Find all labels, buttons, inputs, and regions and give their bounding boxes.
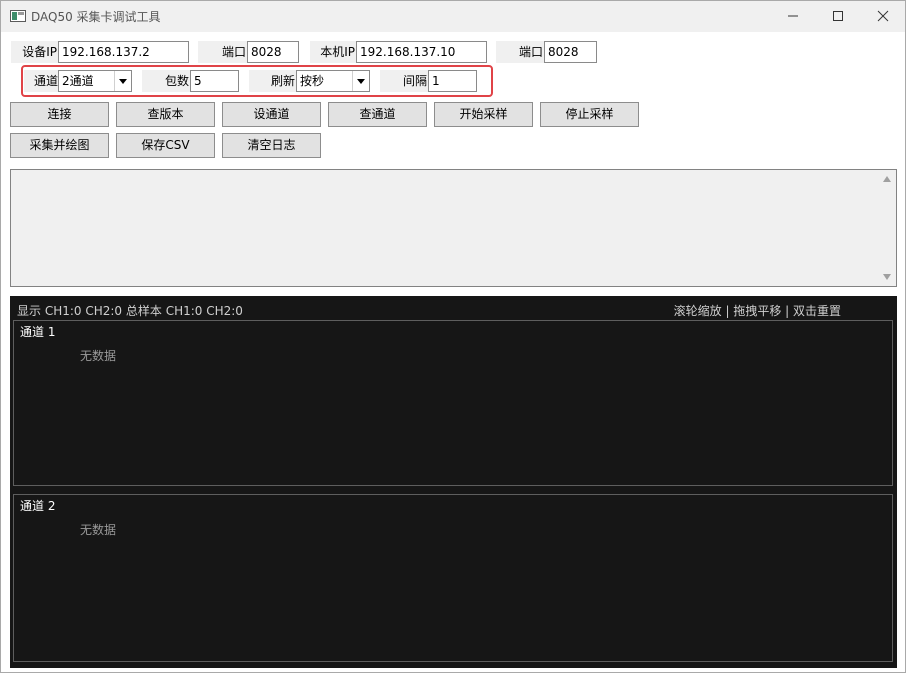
connect-button[interactable]: 连接	[10, 102, 109, 127]
sample-and-plot-button[interactable]: 采集并绘图	[10, 133, 109, 158]
app-window: DAQ50 采集卡调试工具 设备IP 192.168.137.2 端口 8028…	[0, 0, 906, 673]
maximize-icon	[833, 11, 843, 21]
save-csv-button[interactable]: 保存CSV	[116, 133, 215, 158]
query-version-button[interactable]: 查版本	[116, 102, 215, 127]
plot-area[interactable]: 显示 CH1:0 CH2:0 总样本 CH1:0 CH2:0 滚轮缩放 | 拖拽…	[10, 296, 897, 668]
channel-2-title: 通道 2	[20, 499, 56, 513]
local-port-label: 端口	[496, 41, 544, 63]
plot-status-left: 显示 CH1:0 CH2:0 总样本 CH1:0 CH2:0	[17, 304, 243, 318]
device-port-label: 端口	[198, 41, 247, 63]
app-icon	[10, 10, 26, 22]
scroll-up-icon[interactable]	[883, 176, 891, 182]
channel-2-empty-text: 无数据	[80, 523, 117, 537]
close-button[interactable]	[860, 1, 906, 32]
device-ip-label: 设备IP	[11, 41, 58, 63]
close-icon	[877, 10, 889, 22]
scroll-down-icon[interactable]	[883, 274, 891, 280]
local-port-input[interactable]: 8028	[544, 41, 597, 63]
query-channel-button[interactable]: 查通道	[328, 102, 427, 127]
minimize-icon	[788, 15, 798, 17]
minimize-button[interactable]	[770, 1, 816, 32]
channel-1-panel[interactable]: 通道 1 无数据	[13, 320, 893, 486]
local-ip-input[interactable]: 192.168.137.10	[356, 41, 487, 63]
plot-status-right: 滚轮缩放 | 拖拽平移 | 双击重置	[673, 304, 841, 318]
title-bar[interactable]: DAQ50 采集卡调试工具	[1, 1, 905, 32]
client-area: 设备IP 192.168.137.2 端口 8028 本机IP 192.168.…	[1, 32, 905, 672]
highlight-box	[21, 65, 493, 97]
channel-1-empty-text: 无数据	[80, 349, 117, 363]
device-ip-input[interactable]: 192.168.137.2	[58, 41, 189, 63]
window-title: DAQ50 采集卡调试工具	[31, 10, 161, 24]
clear-log-button[interactable]: 清空日志	[222, 133, 321, 158]
channel-2-panel[interactable]: 通道 2 无数据	[13, 494, 893, 662]
log-textarea[interactable]	[10, 169, 897, 287]
log-scrollbar[interactable]	[879, 170, 896, 286]
stop-sampling-button[interactable]: 停止采样	[540, 102, 639, 127]
channel-1-title: 通道 1	[20, 325, 56, 339]
set-channel-button[interactable]: 设通道	[222, 102, 321, 127]
start-sampling-button[interactable]: 开始采样	[434, 102, 533, 127]
maximize-button[interactable]	[815, 1, 861, 32]
local-ip-label: 本机IP	[310, 41, 356, 63]
device-port-input[interactable]: 8028	[247, 41, 299, 63]
